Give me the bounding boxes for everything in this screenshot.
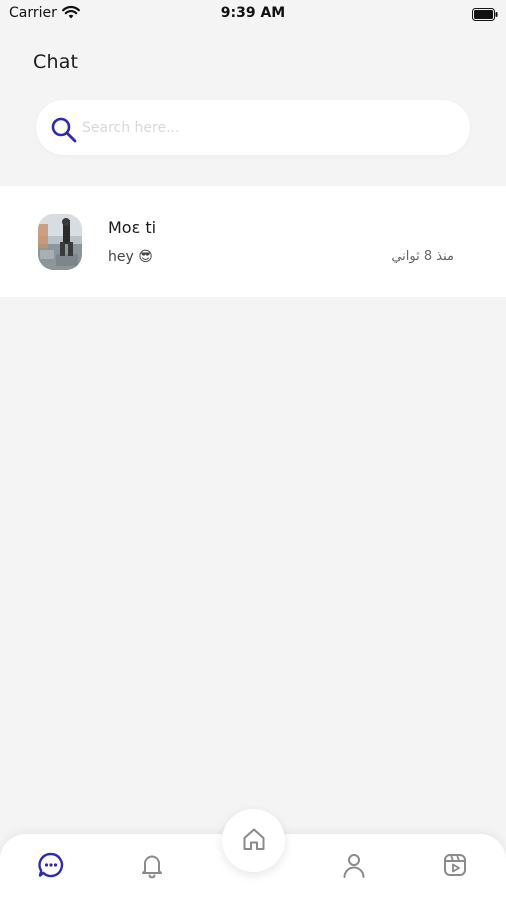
search-icon[interactable] xyxy=(50,116,78,144)
status-time: 9:39 AM xyxy=(220,5,286,21)
chat-icon xyxy=(37,851,65,883)
chat-list: Moɛ ti hey 😎 منذ 8 ثواني xyxy=(0,186,506,297)
chat-timestamp: منذ 8 ثواني xyxy=(391,249,454,264)
battery-icon xyxy=(472,6,498,21)
home-button[interactable] xyxy=(222,809,285,872)
chat-screen: Carrier 9:39 AM Chat Search here... Moɛ … xyxy=(0,0,506,900)
chat-last-message: hey 😎 xyxy=(108,249,153,265)
nav-video-tab[interactable] xyxy=(440,852,470,882)
person-icon xyxy=(340,851,368,883)
nav-profile-tab[interactable] xyxy=(339,852,369,882)
home-icon xyxy=(240,825,268,857)
bell-icon xyxy=(138,851,166,883)
chat-list-item[interactable]: Moɛ ti hey 😎 منذ 8 ثواني xyxy=(0,186,506,297)
nav-chat-tab[interactable] xyxy=(36,852,66,882)
nav-notifications-tab[interactable] xyxy=(137,852,167,882)
video-icon xyxy=(441,851,469,883)
status-bar: Carrier 9:39 AM xyxy=(0,0,506,28)
chat-contact-name: Moɛ ti xyxy=(108,218,157,237)
search-input[interactable] xyxy=(82,100,452,155)
page-title: Chat xyxy=(33,51,79,73)
search-bar[interactable] xyxy=(36,100,470,155)
avatar[interactable] xyxy=(38,214,82,270)
